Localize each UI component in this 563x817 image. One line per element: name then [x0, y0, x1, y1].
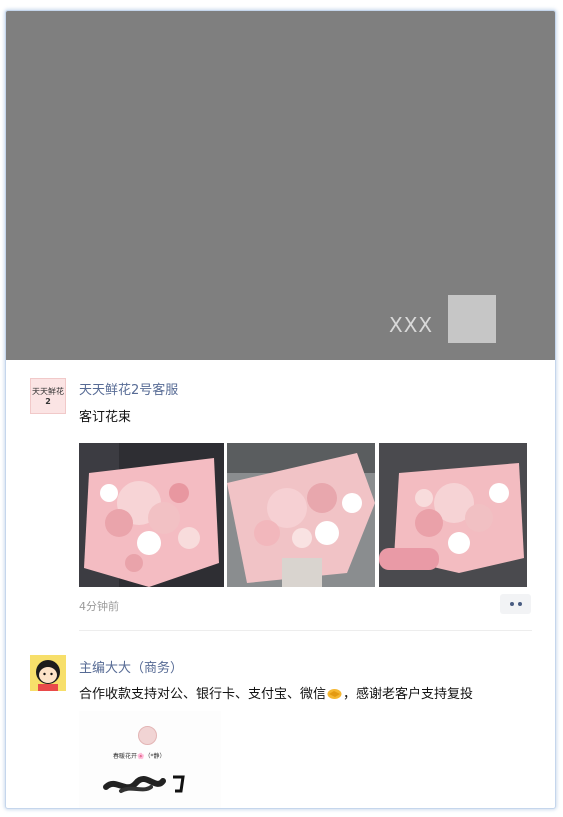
bouquet-photo[interactable]	[227, 443, 375, 587]
bouquet-photo[interactable]	[379, 443, 527, 587]
more-dots-icon[interactable]	[500, 594, 531, 614]
moment-post: 天天鲜花 2 天天鲜花2号客服 客订花束 4分钟前	[6, 360, 555, 631]
photo-grid	[79, 443, 539, 587]
bouquet-photo[interactable]	[79, 443, 224, 587]
post-text: 客订花束	[79, 410, 132, 425]
moments-feed-window: XXX 天天鲜花 2 天天鲜花2号客服 客订花束 4分钟前 主编大大（商务） 合…	[5, 10, 556, 809]
avatar-text: 天天鲜花 2	[31, 379, 65, 407]
post-timestamp: 4分钟前	[79, 600, 119, 613]
avatar[interactable]	[30, 655, 66, 691]
avatar[interactable]: 天天鲜花 2	[30, 378, 66, 414]
avatar-text-line-1: 天天鲜花	[32, 387, 64, 396]
post-author[interactable]: 主编大大（商务）	[79, 657, 183, 676]
redaction-scribble	[103, 775, 185, 793]
cover-avatar[interactable]	[448, 295, 496, 343]
moment-post: 主编大大（商务） 合作收款支持对公、银行卡、支付宝、微信 ，感谢老客户支持复投 春…	[6, 623, 555, 808]
post-text: 合作收款支持对公、银行卡、支付宝、微信 ，感谢老客户支持复投	[79, 683, 473, 702]
cover-username: XXX	[389, 313, 434, 337]
post-text-part: ，感谢老客户支持复投	[343, 687, 474, 702]
attachment-avatar	[138, 726, 157, 745]
cover-banner: XXX	[6, 11, 555, 360]
attachment-image[interactable]: 春暖花开🌸（*静）	[79, 711, 221, 808]
avatar-text-line-2: 2	[45, 397, 51, 406]
post-author[interactable]: 天天鲜花2号客服	[79, 379, 178, 398]
post-text-part: 合作收款支持对公、银行卡、支付宝、微信	[79, 687, 327, 702]
attachment-name: 春暖花开🌸（*静）	[113, 753, 166, 760]
handshake-emoji-icon	[327, 689, 342, 699]
